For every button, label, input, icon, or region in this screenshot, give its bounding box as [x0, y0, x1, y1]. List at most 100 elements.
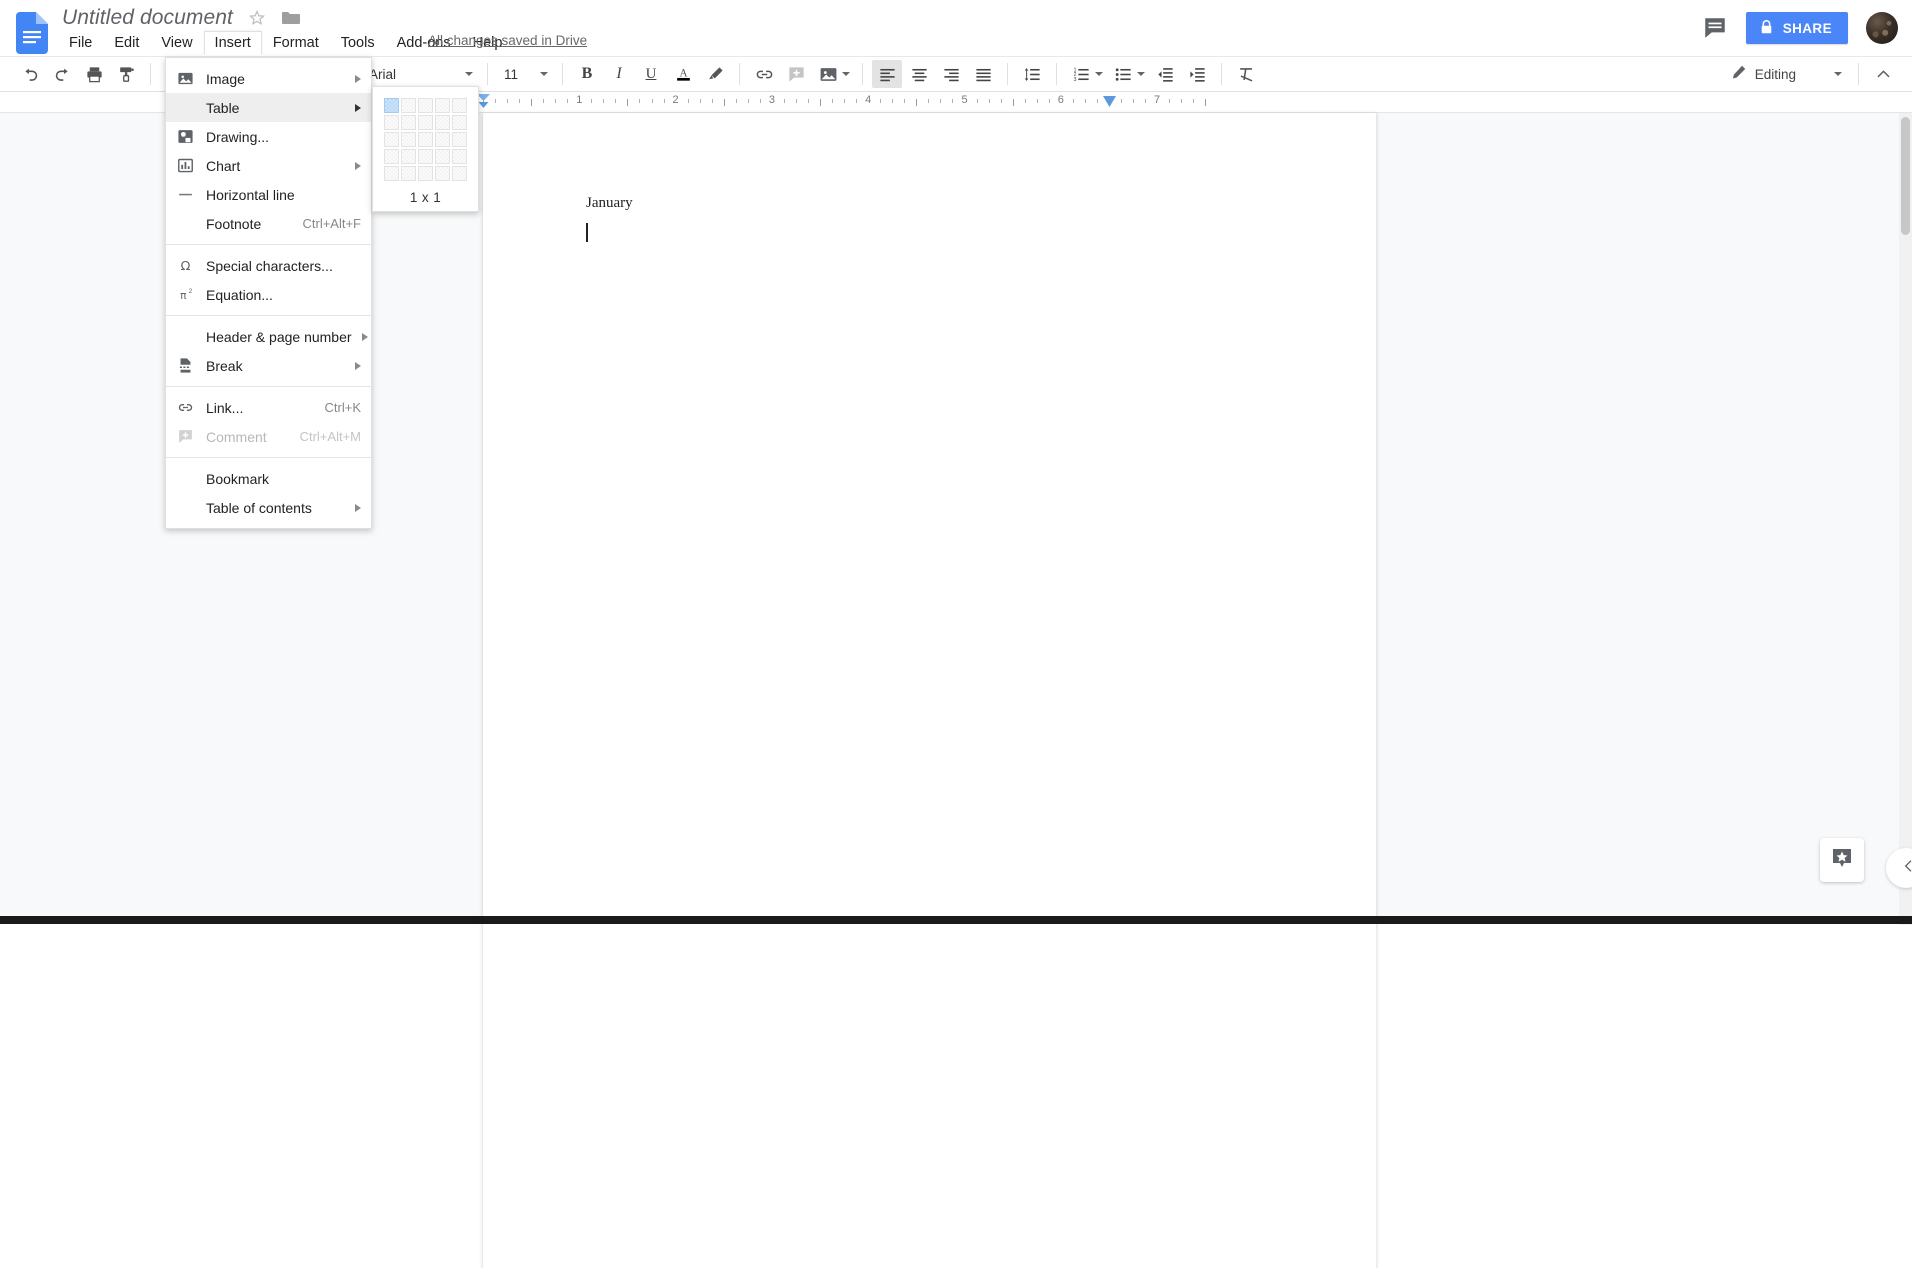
table-grid-cell-1-3[interactable] — [418, 98, 433, 113]
star-outline-icon[interactable] — [247, 8, 267, 28]
menu-view[interactable]: View — [150, 31, 203, 55]
ruler-tick — [1169, 99, 1170, 103]
table-grid-cell-3-4[interactable] — [435, 132, 450, 147]
chevron-down-icon[interactable] — [842, 72, 850, 76]
chevron-down-icon — [540, 72, 548, 76]
insert-menu-item-chart[interactable]: Chart — [166, 151, 371, 180]
editing-mode-select[interactable]: Editing — [1722, 64, 1850, 84]
explore-button[interactable] — [1820, 838, 1864, 882]
bold-button[interactable]: B — [572, 60, 602, 88]
page-title[interactable]: Untitled document — [62, 6, 233, 30]
menu-format[interactable]: Format — [262, 31, 330, 55]
table-grid-cell-1-5[interactable] — [452, 98, 467, 113]
insert-menu-item-table-of-contents[interactable]: Table of contents — [166, 493, 371, 522]
omega-icon: Ω — [174, 256, 196, 276]
insert-menu-item-image[interactable]: Image — [166, 64, 371, 93]
table-grid-cell-2-4[interactable] — [435, 115, 450, 130]
document-page[interactable]: January — [483, 113, 1376, 1268]
menu-edit[interactable]: Edit — [103, 31, 150, 55]
avatar[interactable] — [1866, 12, 1898, 44]
table-grid-cell-3-3[interactable] — [418, 132, 433, 147]
table-grid-cell-2-5[interactable] — [452, 115, 467, 130]
add-comment-icon[interactable] — [781, 60, 811, 88]
table-grid-cell-2-2[interactable] — [401, 115, 416, 130]
insert-image-icon[interactable] — [813, 60, 843, 88]
collapse-toolbar-button[interactable] — [1868, 60, 1898, 88]
collapse-panel-button[interactable] — [1886, 848, 1912, 888]
highlight-color-icon[interactable] — [700, 60, 730, 88]
decrease-indent-icon[interactable] — [1150, 60, 1180, 88]
font-family-select[interactable]: Arial — [359, 67, 479, 82]
table-grid-cell-5-2[interactable] — [401, 166, 416, 181]
table-grid-cell-5-3[interactable] — [418, 166, 433, 181]
menu-item-no-icon — [174, 469, 196, 489]
undo-icon[interactable] — [15, 60, 45, 88]
insert-menu-item-break[interactable]: Break — [166, 351, 371, 380]
underline-button[interactable]: U — [636, 60, 666, 88]
table-grid-cell-4-3[interactable] — [418, 149, 433, 164]
table-grid-cell-2-3[interactable] — [418, 115, 433, 130]
table-grid-cell-1-4[interactable] — [435, 98, 450, 113]
save-status[interactable]: All changes saved in Drive — [428, 33, 587, 48]
table-grid-cell-2-1[interactable] — [384, 115, 399, 130]
insert-menu-item-drawing[interactable]: Drawing... — [166, 122, 371, 151]
menu-insert[interactable]: Insert — [204, 31, 262, 55]
font-size-select[interactable]: 11 — [496, 67, 554, 82]
link-icon — [174, 398, 196, 418]
line-spacing-icon[interactable] — [1017, 60, 1047, 88]
ruler-track[interactable]: 1234567 — [483, 92, 1283, 112]
vertical-scrollbar[interactable] — [1899, 113, 1912, 925]
right-indent-marker[interactable] — [1102, 95, 1117, 112]
table-grid-cell-4-5[interactable] — [452, 149, 467, 164]
insert-menu-item-horizontal-line[interactable]: Horizontal line — [166, 180, 371, 209]
increase-indent-icon[interactable] — [1182, 60, 1212, 88]
insert-menu[interactable]: ImageTable Drawing... ChartHorizontal line… — [165, 57, 372, 529]
table-grid-cell-4-2[interactable] — [401, 149, 416, 164]
move-to-folder-icon[interactable] — [281, 10, 301, 26]
google-docs-logo-icon[interactable] — [16, 12, 48, 54]
italic-button[interactable]: I — [604, 60, 634, 88]
redo-icon[interactable] — [47, 60, 77, 88]
ruler-tick — [952, 99, 953, 103]
insert-menu-item-equation[interactable]: π2Equation... — [166, 280, 371, 309]
table-grid-cell-1-1[interactable] — [384, 98, 399, 113]
menu-file[interactable]: File — [58, 31, 103, 55]
table-grid-cell-3-5[interactable] — [452, 132, 467, 147]
insert-menu-item-bookmark[interactable]: Bookmark — [166, 464, 371, 493]
table-grid[interactable] — [383, 97, 468, 182]
table-grid-cell-5-5[interactable] — [452, 166, 467, 181]
table-grid-cell-3-1[interactable] — [384, 132, 399, 147]
share-button[interactable]: SHARE — [1746, 12, 1848, 44]
paint-format-icon[interactable] — [111, 60, 141, 88]
clear-formatting-icon[interactable] — [1231, 60, 1261, 88]
chevron-down-icon[interactable] — [1095, 72, 1103, 76]
table-grid-cell-5-1[interactable] — [384, 166, 399, 181]
scrollbar-thumb[interactable] — [1901, 117, 1910, 235]
editing-mode-label: Editing — [1755, 67, 1796, 82]
table-size-picker[interactable]: 1 x 1 — [372, 86, 479, 212]
numbered-list-icon[interactable]: 123 — [1066, 60, 1096, 88]
print-icon[interactable] — [79, 60, 109, 88]
bulleted-list-icon[interactable] — [1108, 60, 1138, 88]
insert-menu-item-footnote[interactable]: FootnoteCtrl+Alt+F — [166, 209, 371, 238]
table-grid-cell-4-4[interactable] — [435, 149, 450, 164]
insert-menu-item-label: Drawing... — [206, 129, 361, 145]
align-justify-icon[interactable] — [968, 60, 998, 88]
align-center-icon[interactable] — [904, 60, 934, 88]
table-grid-cell-3-2[interactable] — [401, 132, 416, 147]
top-bar-actions: SHARE — [1702, 12, 1898, 44]
comment-icon[interactable] — [1702, 15, 1728, 41]
table-grid-cell-5-4[interactable] — [435, 166, 450, 181]
chevron-down-icon[interactable] — [1137, 72, 1145, 76]
table-grid-cell-4-1[interactable] — [384, 149, 399, 164]
insert-link-icon[interactable] — [749, 60, 779, 88]
text-color-icon[interactable]: A — [668, 60, 698, 88]
insert-menu-item-header-page-number[interactable]: Header & page number — [166, 322, 371, 351]
align-right-icon[interactable] — [936, 60, 966, 88]
table-grid-cell-1-2[interactable] — [401, 98, 416, 113]
insert-menu-item-table[interactable]: Table — [166, 93, 371, 122]
menu-tools[interactable]: Tools — [330, 31, 386, 55]
insert-menu-item-special-characters[interactable]: ΩSpecial characters... — [166, 251, 371, 280]
align-left-icon[interactable] — [872, 60, 902, 88]
insert-menu-item-link[interactable]: Link...Ctrl+K — [166, 393, 371, 422]
